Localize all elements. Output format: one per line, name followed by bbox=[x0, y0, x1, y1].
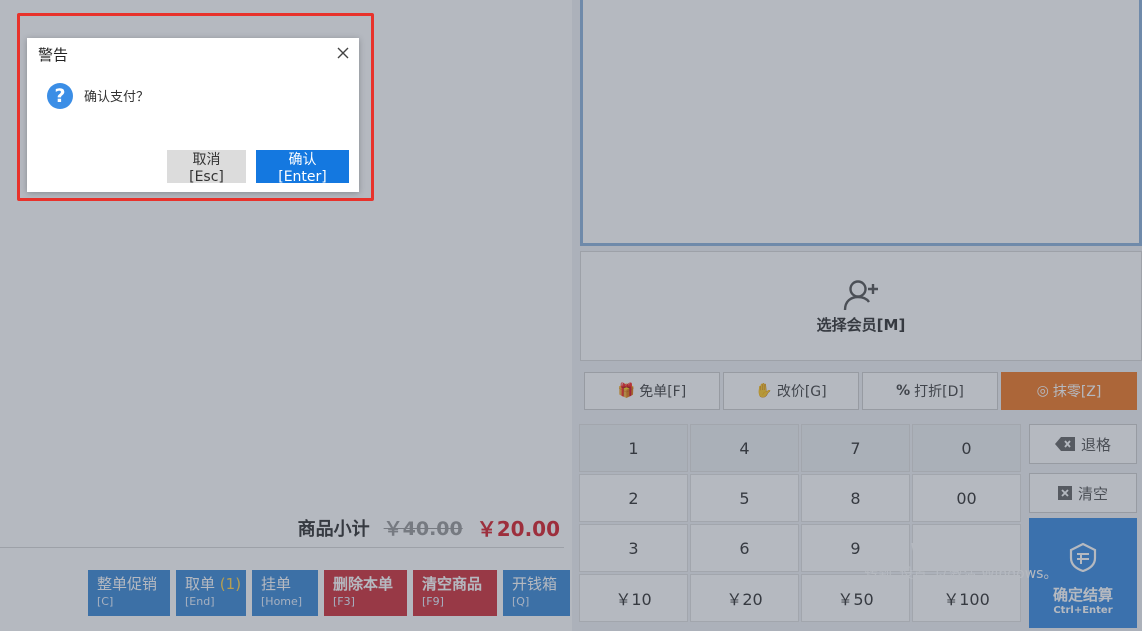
dialog-button-row: 取消[Esc] 确认[Enter] bbox=[167, 150, 349, 185]
close-icon[interactable] bbox=[335, 45, 351, 61]
confirm-payment-dialog: 警告 ? 确认支付？ 取消[Esc] 确认[Enter] bbox=[27, 38, 359, 192]
dialog-message: 确认支付？ bbox=[84, 90, 150, 105]
confirm-button[interactable]: 确认[Enter] bbox=[256, 150, 349, 185]
question-icon: ? bbox=[47, 83, 73, 109]
cancel-button[interactable]: 取消[Esc] bbox=[167, 150, 246, 185]
dialog-title: 警告 bbox=[38, 46, 69, 64]
